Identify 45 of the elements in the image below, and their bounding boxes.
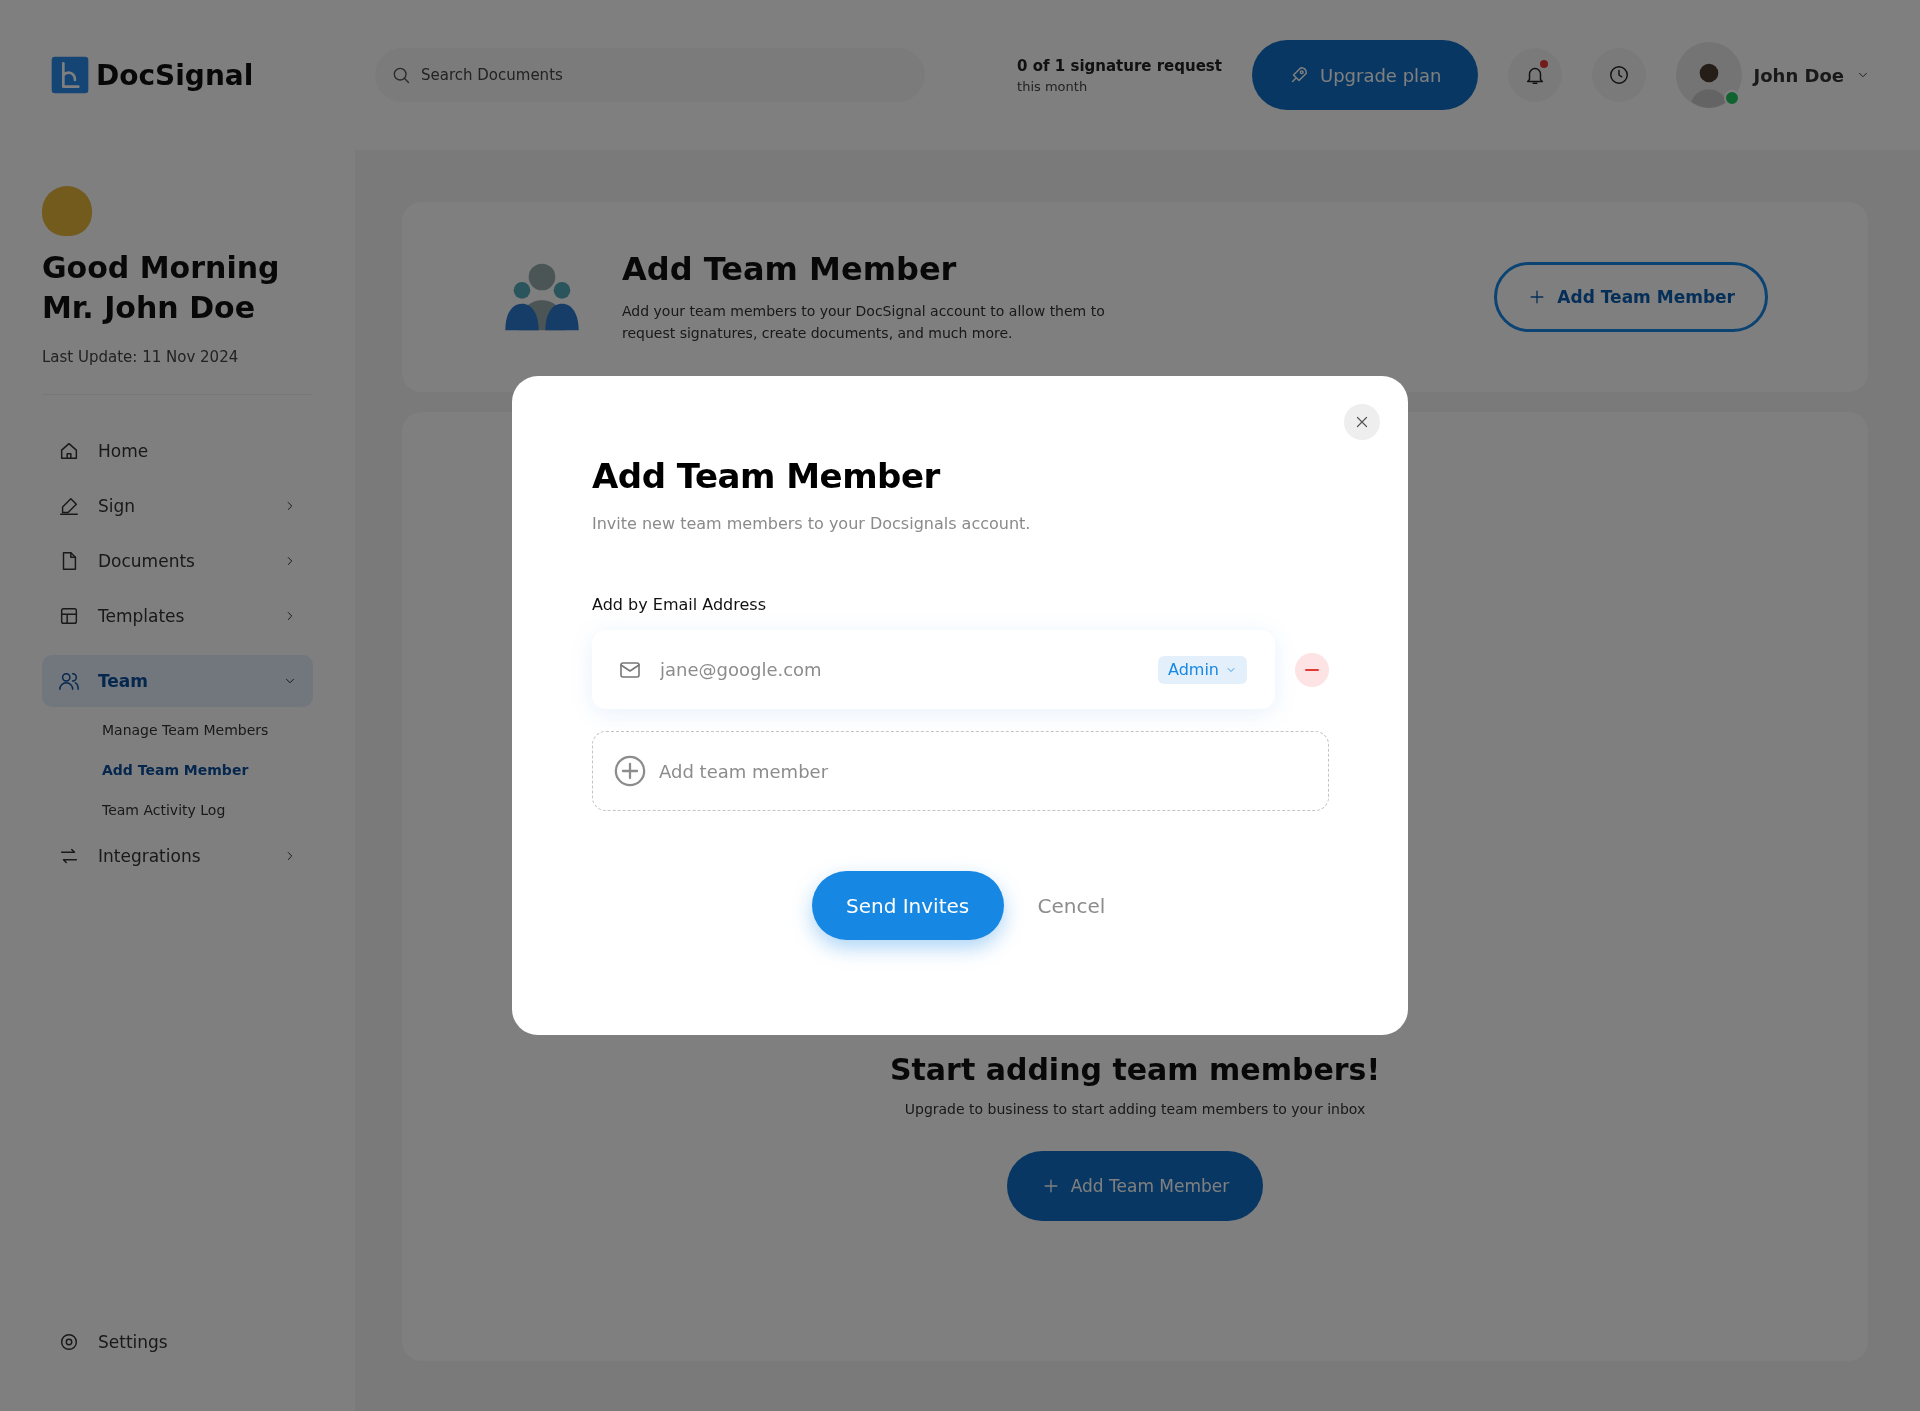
field-label: Add by Email Address bbox=[592, 595, 767, 614]
logo-icon bbox=[50, 55, 90, 95]
add-member-row[interactable]: Add team member bbox=[592, 731, 1329, 811]
clock-icon bbox=[1607, 64, 1630, 86]
greeting-text: Mr. John Doe bbox=[42, 289, 256, 327]
nav-item[interactable]: Team bbox=[42, 655, 313, 707]
plus-circle-icon bbox=[613, 754, 647, 788]
greeting-text: Good Morning bbox=[42, 249, 281, 287]
cancel-button[interactable]: Cencel bbox=[1033, 893, 1110, 918]
upgrade-button[interactable]: Upgrade plan bbox=[1251, 40, 1478, 110]
submenu-item[interactable]: Team Activity Log bbox=[42, 790, 313, 830]
submenu-item[interactable]: Manage Team Members bbox=[42, 710, 313, 750]
email-field[interactable]: jane@google.com Admin bbox=[592, 630, 1275, 709]
banner-title: Add Team Member bbox=[622, 250, 958, 288]
logo-text: DocSignal bbox=[96, 58, 254, 92]
remove-button[interactable] bbox=[1295, 652, 1329, 687]
close-button[interactable] bbox=[1344, 404, 1380, 440]
nav-item[interactable]: Documents bbox=[42, 535, 313, 587]
quota-text: 0 of 1 signature request bbox=[1017, 56, 1222, 75]
dialog-title: Add Team Member bbox=[592, 456, 942, 496]
minus-icon bbox=[1305, 668, 1319, 671]
settings-item[interactable]: Settings bbox=[42, 1316, 313, 1368]
submenu-item[interactable]: Add Team Member bbox=[42, 750, 313, 790]
home-icon bbox=[58, 440, 80, 462]
dialog-subtitle: Invite new team members to your Docsignals account. bbox=[592, 514, 1032, 533]
add-member-button[interactable]: Add Team Member bbox=[1006, 1151, 1264, 1221]
quota-period: this month bbox=[1017, 78, 1089, 94]
send-invites-button[interactable]: Send Invites bbox=[811, 871, 1004, 940]
nav-item[interactable]: Integrations bbox=[42, 830, 313, 882]
banner-description: Add your team members to your DocSignal account to allow them to request signatures, create documents, and much more. bbox=[622, 302, 1106, 343]
user-name[interactable]: John Doe bbox=[1753, 64, 1844, 86]
search-icon bbox=[391, 65, 411, 85]
empty-state-title: Start adding team members! bbox=[889, 1052, 1381, 1087]
role-dropdown[interactable]: Admin bbox=[1158, 655, 1247, 684]
last-update-text: Last Update: 11 Nov 2024 bbox=[42, 348, 240, 366]
add-member-button[interactable]: Add Team Member bbox=[1494, 262, 1768, 332]
nav-item[interactable]: Home bbox=[42, 425, 313, 477]
template-icon bbox=[58, 605, 80, 627]
people-icon bbox=[58, 670, 80, 692]
empty-state-description: Upgrade to business to start adding team members to your inbox bbox=[904, 1101, 1366, 1117]
nav-item[interactable]: Sign bbox=[42, 480, 313, 532]
search-field[interactable]: Search Documents bbox=[375, 48, 925, 102]
pen-icon bbox=[58, 495, 80, 517]
gear-icon bbox=[58, 1331, 80, 1353]
nav-item[interactable]: Templates bbox=[42, 590, 313, 642]
